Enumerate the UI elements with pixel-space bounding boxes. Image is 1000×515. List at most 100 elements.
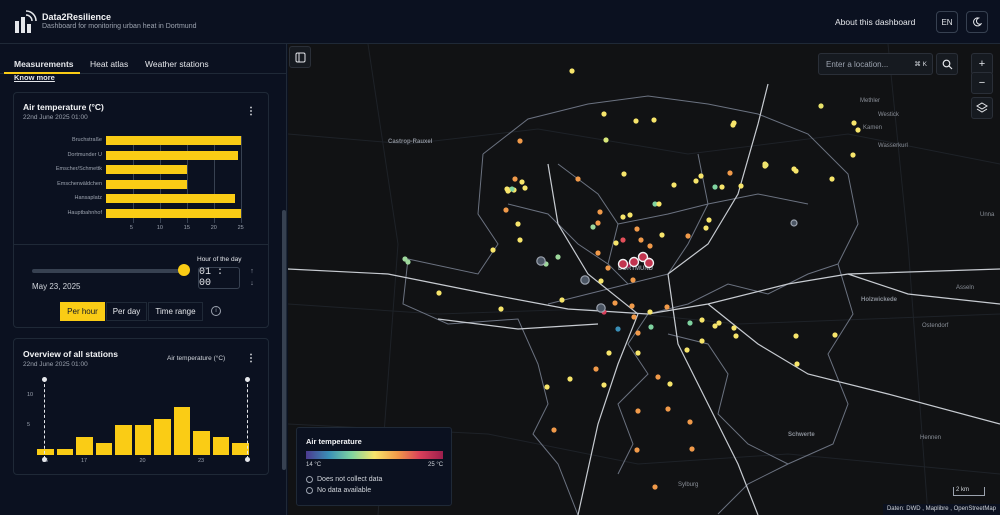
station-marker[interactable]	[436, 290, 442, 296]
station-marker[interactable]	[612, 300, 618, 306]
station-marker[interactable]	[512, 176, 518, 182]
layers-button[interactable]	[971, 97, 993, 119]
histogram-bar[interactable]	[134, 425, 151, 455]
station-marker[interactable]	[615, 326, 621, 332]
station-marker[interactable]	[569, 68, 575, 74]
station-marker[interactable]	[597, 209, 603, 215]
location-search-input[interactable]: Enter a location... ⌘ K	[818, 53, 933, 75]
histogram-bar[interactable]	[95, 443, 112, 455]
station-marker[interactable]	[635, 408, 641, 414]
no-data-station-marker[interactable]	[536, 256, 546, 266]
per-day-button[interactable]: Per day	[106, 302, 147, 321]
station-marker[interactable]	[794, 361, 800, 367]
zoom-out-button[interactable]: −	[971, 72, 993, 94]
station-marker[interactable]	[603, 137, 609, 143]
station-marker[interactable]	[791, 166, 797, 172]
station-marker[interactable]	[699, 338, 705, 344]
station-marker[interactable]	[633, 118, 639, 124]
station-marker[interactable]	[634, 226, 640, 232]
station-marker[interactable]	[647, 309, 653, 315]
station-marker[interactable]	[651, 117, 657, 123]
station-marker[interactable]	[505, 188, 511, 194]
station-marker[interactable]	[544, 384, 550, 390]
no-data-station-marker[interactable]	[596, 303, 606, 313]
station-marker[interactable]	[620, 214, 626, 220]
hour-slider-thumb[interactable]	[178, 264, 190, 276]
station-marker[interactable]	[638, 237, 644, 243]
station-marker[interactable]	[503, 207, 509, 213]
station-bar[interactable]	[106, 194, 236, 203]
station-marker[interactable]	[648, 324, 654, 330]
station-marker[interactable]	[730, 122, 736, 128]
station-bar[interactable]	[106, 150, 238, 160]
histogram-bar[interactable]	[115, 425, 132, 455]
station-marker[interactable]	[595, 220, 601, 226]
time-input[interactable]: 01 : 00	[198, 267, 240, 289]
station-marker[interactable]	[402, 256, 408, 262]
station-bar[interactable]	[106, 179, 187, 189]
station-marker[interactable]	[671, 182, 677, 188]
histogram-bar[interactable]	[212, 437, 229, 455]
station-marker[interactable]	[634, 447, 640, 453]
range-handle-dot[interactable]	[42, 377, 47, 382]
sidebar-scrollbar[interactable]	[282, 210, 286, 470]
no-data-station-marker[interactable]	[580, 275, 590, 285]
language-button[interactable]: EN	[936, 11, 958, 33]
range-handle-dot[interactable]	[42, 457, 47, 462]
selected-station-marker[interactable]	[617, 258, 629, 270]
station-marker[interactable]	[593, 366, 599, 372]
search-button[interactable]	[936, 53, 958, 75]
station-marker[interactable]	[829, 176, 835, 182]
collapse-sidebar-button[interactable]	[289, 46, 311, 68]
station-marker[interactable]	[631, 314, 637, 320]
histogram-bar[interactable]	[193, 431, 210, 455]
station-marker[interactable]	[517, 237, 523, 243]
station-marker[interactable]	[551, 427, 557, 433]
range-handle-dot[interactable]	[245, 377, 250, 382]
station-marker[interactable]	[687, 419, 693, 425]
histogram-bar[interactable]	[154, 419, 171, 455]
station-marker[interactable]	[665, 406, 671, 412]
station-bar[interactable]	[106, 208, 241, 218]
tab-heat-atlas[interactable]: Heat atlas	[90, 59, 128, 69]
station-marker[interactable]	[630, 277, 636, 283]
station-marker[interactable]	[667, 381, 673, 387]
map-attribution[interactable]: Datenː DWD , Maplibre , OpenStreetMap	[882, 504, 1000, 515]
time-increment-button[interactable]: ↑	[246, 266, 258, 277]
station-marker[interactable]	[490, 247, 496, 253]
station-marker[interactable]	[595, 250, 601, 256]
station-marker[interactable]	[606, 350, 612, 356]
station-marker[interactable]	[590, 224, 596, 230]
station-marker[interactable]	[855, 127, 861, 133]
station-marker[interactable]	[522, 185, 528, 191]
station-marker[interactable]	[635, 330, 641, 336]
station-marker[interactable]	[621, 171, 627, 177]
station-marker[interactable]	[601, 111, 607, 117]
station-marker[interactable]	[698, 173, 704, 179]
station-marker[interactable]	[703, 225, 709, 231]
station-marker[interactable]	[517, 138, 523, 144]
station-markers[interactable]	[402, 68, 861, 490]
station-marker[interactable]	[620, 237, 626, 243]
time-range-button[interactable]: Time range	[148, 302, 203, 321]
selected-station-marker[interactable]	[628, 256, 640, 268]
histogram-bar[interactable]	[76, 437, 93, 455]
station-marker[interactable]	[656, 201, 662, 207]
station-marker[interactable]	[519, 179, 525, 185]
no-data-station-marker[interactable]	[790, 219, 798, 227]
station-marker[interactable]	[627, 212, 633, 218]
tab-measurements[interactable]: Measurements	[14, 59, 74, 69]
station-marker[interactable]	[793, 333, 799, 339]
time-decrement-button[interactable]: ↓	[246, 278, 258, 289]
selected-station-marker[interactable]	[643, 257, 655, 269]
air-card-menu-button[interactable]: ⋮	[246, 106, 256, 117]
station-marker[interactable]	[716, 320, 722, 326]
range-handle-line[interactable]	[44, 379, 45, 459]
tab-weather-stations[interactable]: Weather stations	[145, 59, 209, 69]
station-bar[interactable]	[106, 136, 241, 145]
station-marker[interactable]	[832, 332, 838, 338]
station-marker[interactable]	[851, 120, 857, 126]
station-marker[interactable]	[719, 184, 725, 190]
station-marker[interactable]	[687, 320, 693, 326]
station-marker[interactable]	[567, 376, 573, 382]
